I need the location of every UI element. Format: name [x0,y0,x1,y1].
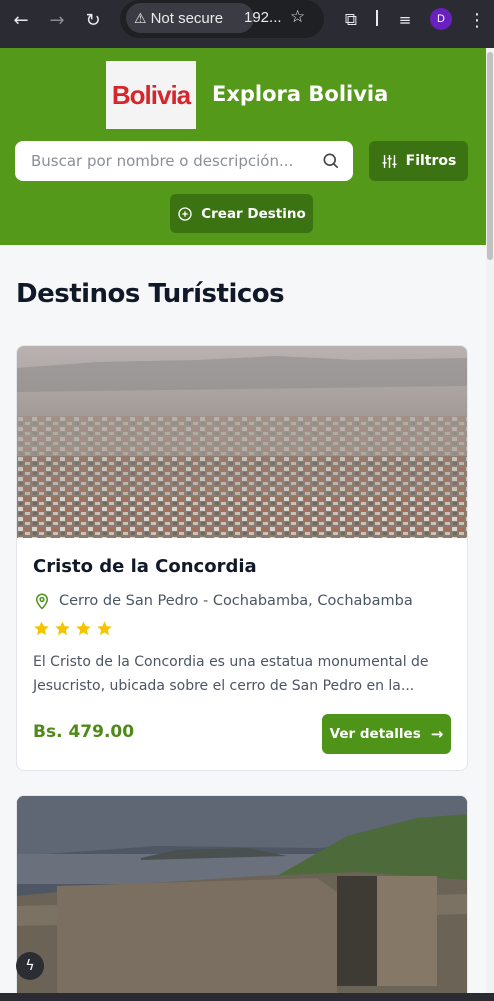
app-title: Explora Bolivia [212,82,389,106]
destination-name[interactable]: Cristo de la Concordia [33,556,257,577]
star-icon [55,621,70,636]
rating-stars [33,620,113,637]
search-input[interactable] [15,141,315,181]
security-chip[interactable]: ⚠ Not secure [126,3,254,33]
browser-menu-icon[interactable]: ⋮ [464,7,490,33]
page-title: Destinos Turísticos [16,279,285,309]
toolbar-divider [376,10,378,26]
browser-toolbar: ← → ↻ ⚠ Not secure 192... ☆ ⧉ ≡ D ⋮ [0,0,494,48]
forward-icon[interactable]: → [44,7,70,33]
app-header: Bolivia Explora Bolivia Filtros Crear De… [0,48,486,245]
star-icon [34,621,49,636]
media-queue-icon[interactable]: ≡ [392,7,418,33]
scrollbar-thumb[interactable] [487,52,493,260]
destination-description: El Cristo de la Concordia es una estatua… [33,654,429,694]
filters-label: Filtros [405,153,457,169]
bolivia-logo[interactable]: Bolivia [106,61,196,129]
view-details-label: Ver detalles [329,726,421,742]
security-label: Not secure [150,9,224,27]
destination-card[interactable]: Cristo de la Concordia Cerro de San Pedr… [16,345,468,771]
add-circle-icon [177,206,193,222]
search-box[interactable] [15,141,353,181]
destination-photo[interactable] [17,346,467,538]
filters-button[interactable]: Filtros [369,141,468,181]
star-icon [97,621,112,636]
search-icon[interactable] [321,151,341,171]
location-text: Cerro de San Pedro - Cochabamba, Cochaba… [59,593,413,609]
view-details-button[interactable]: Ver detalles → [322,714,451,754]
browser-bottom-bar [0,993,494,1001]
url-text[interactable]: 192... [244,9,282,26]
location-pin-icon [33,592,51,610]
reload-icon[interactable]: ↻ [80,7,106,33]
destination-price: Bs. 479.00 [33,722,135,742]
bookmark-star-icon[interactable]: ☆ [290,7,305,27]
star-icon [76,621,91,636]
back-icon[interactable]: ← [8,7,34,33]
warning-icon: ⚠ [134,9,147,26]
arrow-right-icon: → [430,725,444,743]
destination-photo[interactable] [17,796,467,1001]
address-bar[interactable]: ⚠ Not secure 192... ☆ [120,0,324,38]
create-label: Crear Destino [201,205,306,222]
profile-avatar[interactable]: D [430,8,452,30]
lightning-icon[interactable]: ϟ [16,952,44,980]
create-destination-button[interactable]: Crear Destino [170,194,313,233]
extensions-icon[interactable]: ⧉ [338,7,364,33]
logo-text: Bolivia [111,79,191,110]
destination-location: Cerro de San Pedro - Cochabamba, Cochaba… [33,592,413,610]
destination-card[interactable] [16,795,468,1001]
sliders-icon [381,153,398,170]
